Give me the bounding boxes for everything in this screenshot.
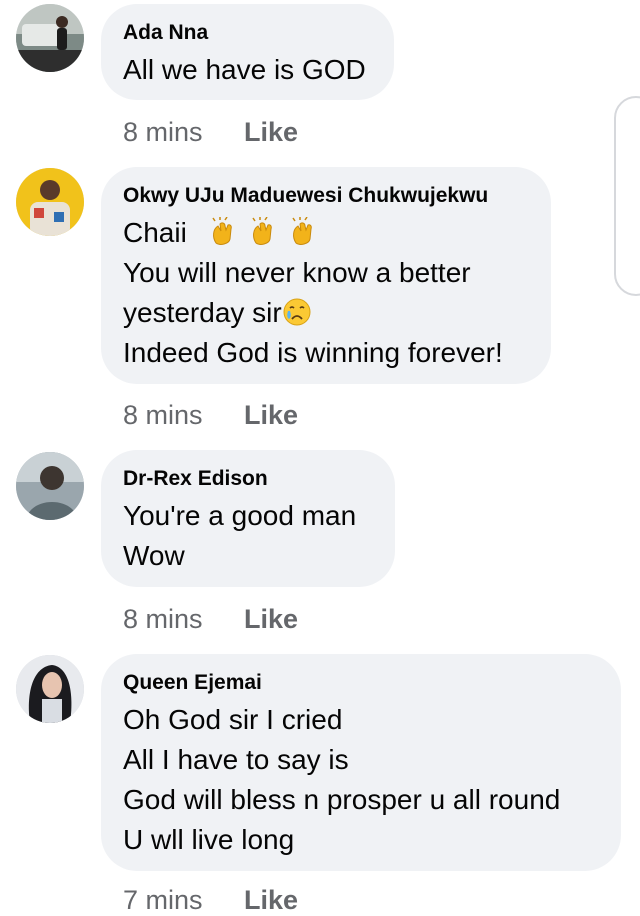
avatar[interactable] (16, 452, 84, 520)
avatar-photo-icon (16, 655, 84, 723)
comment-bubble: Okwy UJu Maduewesi Chukwujekwu Chaii You… (101, 167, 551, 384)
avatar-photo-icon (16, 168, 84, 236)
comment-text-line: Indeed God is winning forever! (123, 337, 503, 368)
clapping-hands-icon (292, 217, 312, 245)
avatar-photo-icon (16, 4, 84, 72)
comment-meta: 8 mins Like (123, 603, 298, 635)
comment-bubble: Queen Ejemai Oh God sir I cried All I ha… (101, 654, 621, 871)
comment-text-line: God will bless n prosper u all round (123, 784, 561, 815)
comment-timestamp[interactable]: 7 mins (123, 884, 203, 916)
comment-timestamp[interactable]: 8 mins (123, 603, 203, 635)
comment-text-line: All we have is GOD (123, 54, 366, 85)
avatar[interactable] (16, 4, 84, 72)
comment-text-line: Oh God sir I cried (123, 704, 343, 735)
avatar[interactable] (16, 168, 84, 236)
like-button[interactable]: Like (244, 399, 298, 431)
avatar[interactable] (16, 655, 84, 723)
comment-text-line: You will never know a better (123, 257, 471, 288)
comment-meta: 8 mins Like (123, 399, 298, 431)
comment-timestamp[interactable]: 8 mins (123, 399, 203, 431)
comment-bubble: Dr-Rex Edison You're a good man Wow (101, 450, 395, 587)
comment-text: yesterday sir (123, 297, 282, 328)
clapping-hands-icon (212, 217, 233, 245)
comment-text-line: You're a good man (123, 500, 357, 531)
side-panel-tab[interactable] (614, 96, 640, 296)
comment-author[interactable]: Queen Ejemai (123, 670, 599, 696)
comment-text-line: Wow (123, 540, 185, 571)
like-button[interactable]: Like (244, 884, 298, 916)
comment-author[interactable]: Ada Nna (123, 20, 372, 46)
comment-meta: 7 mins Like (123, 884, 298, 916)
comment-text-line: U wll live long (123, 824, 295, 855)
comment-text-line: Chaii (123, 213, 529, 253)
avatar-photo-icon (16, 452, 84, 520)
comment-author[interactable]: Okwy UJu Maduewesi Chukwujekwu (123, 183, 529, 209)
comment-text-line: All I have to say is (123, 744, 349, 775)
crying-face-icon (283, 298, 311, 326)
like-button[interactable]: Like (244, 116, 298, 148)
comment-text: Chaii (123, 217, 187, 248)
comment-author[interactable]: Dr-Rex Edison (123, 466, 373, 492)
comment-bubble: Ada Nna All we have is GOD (101, 4, 394, 100)
comment-timestamp[interactable]: 8 mins (123, 116, 203, 148)
comment-text-line: yesterday sir (123, 293, 529, 333)
clapping-hands-icon (252, 217, 272, 245)
comment-meta: 8 mins Like (123, 116, 298, 148)
like-button[interactable]: Like (244, 603, 298, 635)
